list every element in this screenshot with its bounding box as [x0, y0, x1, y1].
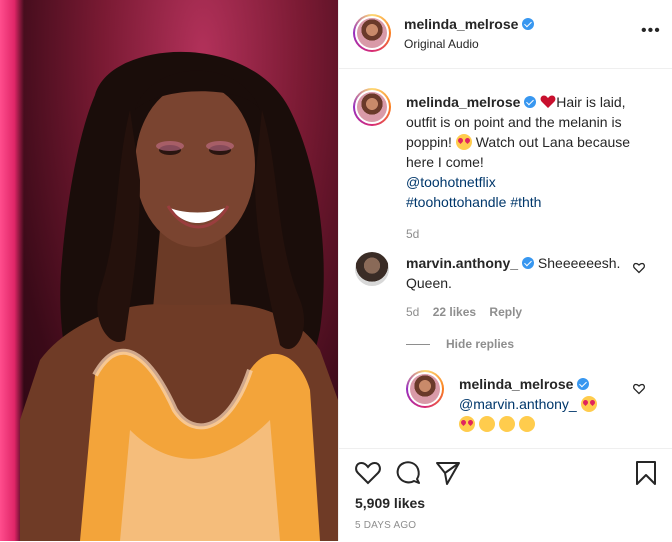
comment-likes[interactable]: 22 likes: [433, 305, 476, 319]
comment-text-2: Queen.: [406, 275, 452, 291]
verified-icon: [522, 18, 535, 30]
heart-eyes-emoji-icon: [580, 396, 597, 412]
heart-icon[interactable]: [355, 461, 381, 485]
reply-mention[interactable]: @marvin.anthony_: [459, 396, 577, 412]
post-details-panel: melinda_melrose Original Audio ••• melin…: [338, 0, 672, 541]
caption-hashtags[interactable]: #toohottohandle #thth: [406, 192, 666, 212]
caption-line-2: outfit is on point and the melanin is: [406, 114, 622, 130]
reply: melinda_melrose @marvin.anthony_: [459, 374, 639, 434]
comment-icon[interactable]: [395, 460, 421, 486]
verified-icon: [524, 96, 537, 108]
hide-replies-button[interactable]: Hide replies: [446, 337, 514, 351]
reply-button[interactable]: Reply: [489, 305, 522, 319]
replies-divider: [406, 344, 430, 345]
commenter-username[interactable]: marvin.anthony_: [406, 255, 518, 271]
comment-time[interactable]: 5d: [406, 305, 419, 319]
caption-time[interactable]: 5d: [406, 224, 666, 244]
caption-line-4: here I come!: [406, 154, 484, 170]
caption: melinda_melrose Hair is laid, outfit is …: [406, 92, 666, 244]
commenter-avatar[interactable]: [355, 252, 389, 286]
instagram-post: melinda_melrose Original Audio ••• melin…: [0, 0, 672, 541]
verified-icon: [522, 257, 535, 269]
comment: marvin.anthony_ Sheeeeeesh. Queen. 5d 22…: [406, 253, 636, 322]
author-username[interactable]: melinda_melrose: [404, 16, 518, 32]
hearts-emoji-icon: [498, 416, 515, 432]
reply-username[interactable]: melinda_melrose: [459, 376, 573, 392]
caption-line-1: Hair is laid,: [556, 94, 626, 110]
post-date[interactable]: 5 DAYS AGO: [355, 520, 416, 531]
share-icon[interactable]: [435, 460, 461, 486]
caption-line-3a: poppin!: [406, 134, 452, 150]
caption-avatar[interactable]: [353, 88, 391, 126]
likes-count[interactable]: 5,909 likes: [355, 495, 425, 511]
audio-link[interactable]: Original Audio: [404, 37, 479, 51]
author-avatar[interactable]: [353, 14, 391, 52]
hearts-emoji-icon: [518, 416, 535, 432]
post-media[interactable]: [0, 0, 338, 541]
comment-like-heart-icon[interactable]: [633, 262, 645, 274]
verified-icon: [577, 378, 590, 390]
reply-avatar[interactable]: [406, 370, 444, 408]
reply-like-heart-icon[interactable]: [633, 383, 645, 395]
comment-text-1: Sheeeeeesh.: [537, 255, 621, 271]
heart-emoji-icon: [540, 95, 556, 108]
post-actions: 5,909 likes 5 DAYS AGO: [339, 448, 672, 542]
bookmark-icon[interactable]: [635, 460, 657, 486]
heart-eyes-emoji-icon: [455, 134, 472, 150]
portrait-illustration: [20, 51, 338, 541]
caption-mention[interactable]: @toohotnetflix: [406, 172, 666, 192]
hearts-emoji-icon: [478, 416, 495, 432]
caption-line-3b: Watch out Lana because: [475, 134, 631, 150]
heart-eyes-emoji-icon: [459, 416, 475, 432]
post-header: melinda_melrose Original Audio •••: [339, 0, 672, 69]
more-icon[interactable]: •••: [641, 23, 661, 39]
caption-username[interactable]: melinda_melrose: [406, 94, 520, 110]
